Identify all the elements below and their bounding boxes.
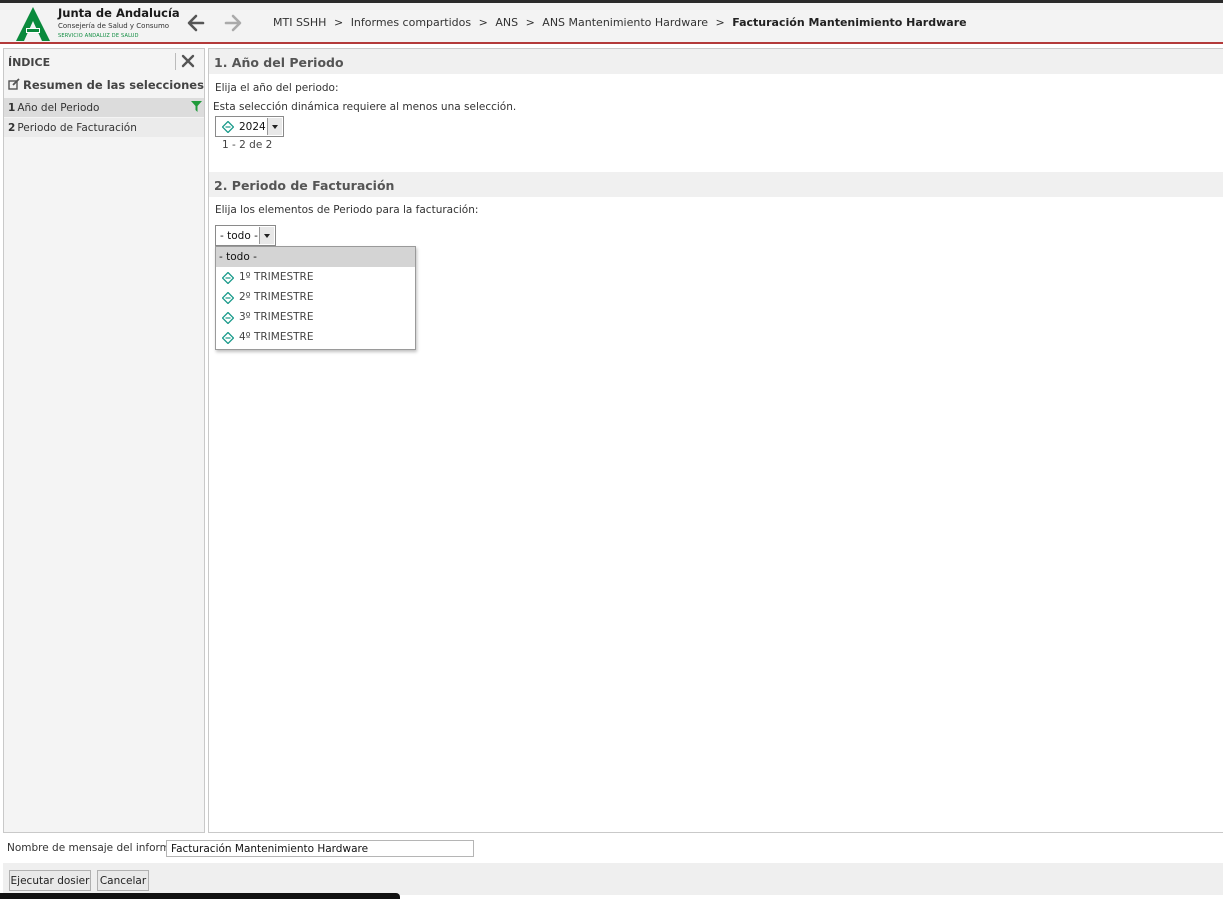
logo-text: Junta de Andalucía Consejería de Salud y… [58, 6, 180, 39]
action-bar: Ejecutar dosier Cancelar [3, 863, 1223, 895]
breadcrumb: MTI SSHH > Informes compartidos > ANS > … [273, 16, 967, 29]
forward-arrow-icon[interactable] [222, 12, 244, 34]
app-header: Junta de Andalucía Consejería de Salud y… [0, 3, 1223, 44]
diamond-attribute-icon [222, 332, 234, 344]
section1-prompt: Elija el año del periodo: [215, 82, 339, 94]
year-select[interactable]: 2024 [215, 116, 284, 137]
year-count: 1 - 2 de 2 [222, 139, 273, 151]
section1-requirement: Esta selección dinámica requiere al meno… [213, 101, 517, 113]
breadcrumb-separator: > [715, 16, 725, 29]
option-label: - todo - [219, 251, 257, 263]
periodo-dropdown-list: - todo - 1º TRIMESTRE 2º TRIMESTRE 3º TR… [215, 246, 416, 350]
summary-of-selections[interactable]: Resumen de las selecciones [8, 78, 204, 92]
option-label: 3º TRIMESTRE [239, 311, 314, 323]
report-name-input[interactable]: Facturación Mantenimiento Hardware [166, 840, 474, 857]
sidebar-item-number: 1 [8, 102, 16, 114]
section-title-periodo-facturacion: 2. Periodo de Facturación [209, 172, 1223, 197]
diamond-attribute-icon [222, 272, 234, 284]
periodo-select-value: - todo - [220, 230, 258, 242]
sidebar-item-ano-periodo[interactable]: 1 Año del Periodo [4, 98, 204, 117]
dropdown-option-trimestre-3[interactable]: 3º TRIMESTRE [216, 307, 415, 327]
diamond-attribute-icon [222, 292, 234, 304]
dropdown-arrow-icon[interactable] [267, 118, 282, 135]
dropdown-arrow-icon[interactable] [259, 227, 274, 244]
close-icon[interactable] [181, 54, 195, 68]
page-title: Facturación Mantenimiento Hardware [732, 16, 967, 29]
taskbar-edge [0, 893, 400, 899]
section2-prompt: Elija los elementos de Periodo para la f… [215, 204, 479, 216]
breadcrumb-separator: > [478, 16, 488, 29]
option-label: 2º TRIMESTRE [239, 291, 314, 303]
dropdown-option-todo[interactable]: - todo - [216, 247, 415, 267]
diamond-attribute-icon [222, 312, 234, 324]
sidebar-header: ÍNDICE [4, 49, 204, 73]
filter-icon [191, 101, 202, 112]
sidebar-item-periodo-facturacion[interactable]: 2 Periodo de Facturación [4, 118, 204, 137]
summary-label: Resumen de las selecciones [23, 78, 204, 92]
breadcrumb-item-mti[interactable]: MTI SSHH [273, 16, 326, 29]
logo-subtitle-2: SERVICIO ANDALUZ DE SALUD [58, 33, 139, 39]
logo-title: Junta de Andalucía [58, 6, 180, 20]
logo-subtitle: Consejería de Salud y Consumo [58, 22, 170, 30]
breadcrumb-item-ans[interactable]: ANS [495, 16, 518, 29]
sidebar-item-label: Periodo de Facturación [17, 122, 137, 134]
periodo-select[interactable]: - todo - [215, 225, 276, 246]
option-label: 4º TRIMESTRE [239, 331, 314, 343]
breadcrumb-item-informes[interactable]: Informes compartidos [351, 16, 471, 29]
prompts-panel: 1. Año del Periodo Elija el año del peri… [208, 48, 1223, 833]
breadcrumb-item-ans-hardware[interactable]: ANS Mantenimiento Hardware [542, 16, 708, 29]
report-name-label: Nombre de mensaje del informe: [7, 842, 180, 854]
run-dossier-button[interactable]: Ejecutar dosier [9, 870, 91, 891]
dropdown-option-trimestre-1[interactable]: 1º TRIMESTRE [216, 267, 415, 287]
sidebar-item-number: 2 [8, 122, 16, 134]
divider [175, 53, 176, 70]
sidebar-title: ÍNDICE [8, 56, 51, 69]
dropdown-option-trimestre-4[interactable]: 4º TRIMESTRE [216, 327, 415, 347]
section-title-ano-periodo: 1. Año del Periodo [209, 49, 1223, 74]
diamond-attribute-icon [222, 121, 234, 133]
dropdown-option-trimestre-2[interactable]: 2º TRIMESTRE [216, 287, 415, 307]
cancel-button[interactable]: Cancelar [97, 870, 149, 891]
junta-andalucia-logo [16, 7, 50, 41]
option-label: 1º TRIMESTRE [239, 271, 314, 283]
breadcrumb-separator: > [525, 16, 535, 29]
breadcrumb-separator: > [333, 16, 344, 29]
back-arrow-icon[interactable] [185, 12, 207, 34]
sidebar-item-label: Año del Periodo [17, 102, 100, 114]
summary-icon [8, 78, 20, 90]
index-sidebar: ÍNDICE Resumen de las selecciones 1 Año d… [3, 48, 205, 833]
year-select-value: 2024 [239, 121, 266, 133]
